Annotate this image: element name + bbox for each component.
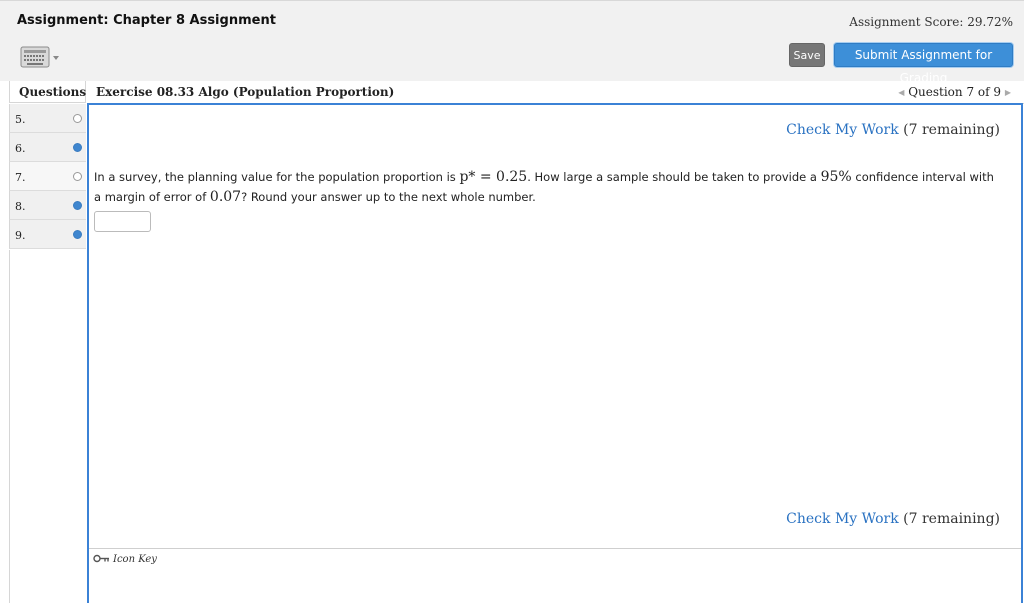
question-number: 6. [15,142,26,155]
assignment-score: Assignment Score: 29.72% [849,15,1013,29]
check-my-work-link[interactable]: Check My Work [786,511,899,527]
question-navigator: ◀ Question 7 of 9 ▶ [898,85,1011,99]
question-text-part: In a survey, the planning value for the … [94,170,460,184]
check-my-work-top: Check My Work (7 remaining) [786,122,1000,138]
question-text: In a survey, the planning value for the … [94,167,1004,207]
keyboard-icon[interactable] [19,44,63,70]
exercise-title: Exercise 08.33 Algo (Population Proporti… [96,85,395,99]
question-text-part: . How large a sample should be taken to … [527,170,821,184]
answered-status-icon [73,201,82,210]
submit-assignment-button[interactable]: Submit Assignment for Grading [834,43,1013,85]
confidence-level: 95% [820,169,852,185]
icon-key[interactable]: Icon Key [93,554,157,565]
question-number: 5. [15,113,26,126]
question-item-7[interactable]: 7. [9,162,86,191]
planning-value: p* = 0.25 [459,169,528,185]
question-number: 7. [15,171,26,184]
save-button[interactable]: Save [789,43,825,67]
unanswered-status-icon [73,114,82,123]
previous-question-icon[interactable]: ◀ [898,88,904,97]
remaining-count: (7 remaining) [903,511,1000,527]
question-text-part: ? Round your answer up to the next whole… [241,190,536,204]
questions-heading: Questions [9,81,86,103]
question-item-9[interactable]: 9. [9,220,86,249]
question-item-5[interactable]: 5. [9,104,86,133]
margin-of-error: 0.07 [209,189,242,205]
check-my-work-link[interactable]: Check My Work [786,122,899,138]
remaining-count: (7 remaining) [903,122,1000,138]
divider [89,548,1021,549]
question-number: 8. [15,200,26,213]
question-item-8[interactable]: 8. [9,191,86,220]
question-position: Question 7 of 9 [908,85,1002,99]
next-question-icon[interactable]: ▶ [1005,88,1011,97]
sample-size-answer-input[interactable] [94,211,151,232]
question-item-6[interactable]: 6. [9,133,86,162]
unanswered-status-icon [73,172,82,181]
check-my-work-bottom: Check My Work (7 remaining) [786,511,1000,527]
key-icon [93,554,109,563]
answered-status-icon [73,230,82,239]
sidebar-border [9,250,10,603]
icon-key-label: Icon Key [113,554,157,565]
answered-status-icon [73,143,82,152]
assignment-title: Assignment: Chapter 8 Assignment [17,13,276,28]
exercise-header: Exercise 08.33 Algo (Population Proporti… [87,81,1024,104]
assignment-header: Assignment: Chapter 8 Assignment Assignm… [0,0,1024,85]
question-panel: Check My Work (7 remaining) In a survey,… [87,103,1023,603]
question-number: 9. [15,229,26,242]
question-list: 5. 6. 7. 8. 9. [9,104,86,249]
